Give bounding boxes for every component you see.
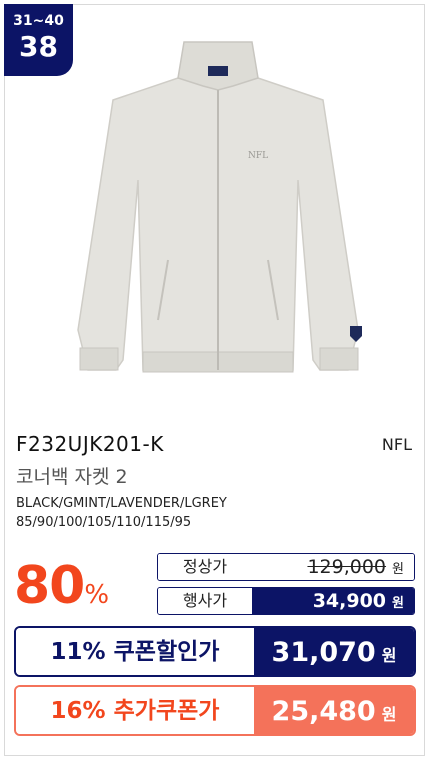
regular-price: 129,000 — [307, 556, 387, 578]
discount-unit: % — [84, 580, 110, 610]
discount-rate: 80% — [14, 556, 109, 616]
coupon-label-text: 쿠폰할인가 — [113, 639, 220, 665]
product-brand: NFL — [381, 435, 412, 454]
extra-label-text: 추가쿠폰가 — [113, 698, 220, 724]
rank-range: 31~40 — [13, 13, 64, 29]
regular-price-value: 129,000 원 — [252, 554, 414, 580]
extra-percent: 16% — [50, 698, 106, 724]
coupon-price-box[interactable]: 11% 쿠폰할인가 31,070 원 — [14, 626, 416, 677]
extra-label: 16% 추가쿠폰가 — [16, 687, 254, 734]
coupon-percent: 11% — [50, 639, 106, 665]
extra-coupon-price-box[interactable]: 16% 추가쿠폰가 25,480 원 — [14, 685, 416, 736]
coupon-price: 31,070 — [271, 637, 376, 668]
event-price: 34,900 — [312, 590, 387, 612]
coupon-label: 11% 쿠폰할인가 — [16, 628, 254, 675]
coupon-price-unit: 원 — [381, 646, 397, 665]
chest-logo: NFL — [248, 151, 268, 161]
extra-price: 25,480 — [271, 696, 376, 727]
regular-price-label: 정상가 — [158, 554, 252, 580]
event-price-unit: 원 — [392, 596, 404, 611]
event-price-row: 행사가 34,900 원 — [157, 587, 415, 615]
discount-value: 80 — [14, 556, 85, 616]
product-colors: BLACK/GMINT/LAVENDER/LGREY — [16, 496, 227, 511]
regular-price-row: 정상가 129,000 원 — [157, 553, 415, 581]
product-sizes: 85/90/100/105/110/115/95 — [16, 515, 192, 530]
regular-price-unit: 원 — [392, 562, 404, 577]
event-price-label: 행사가 — [158, 588, 252, 614]
coupon-price-value: 31,070 원 — [254, 628, 414, 675]
product-name[interactable]: 코너백 자켓 2 — [16, 462, 128, 489]
extra-price-unit: 원 — [381, 705, 397, 724]
event-price-value: 34,900 원 — [252, 588, 414, 614]
product-image[interactable]: NFL — [58, 30, 378, 398]
extra-price-value: 25,480 원 — [254, 687, 414, 734]
product-code[interactable]: F232UJK201-K — [16, 432, 164, 456]
